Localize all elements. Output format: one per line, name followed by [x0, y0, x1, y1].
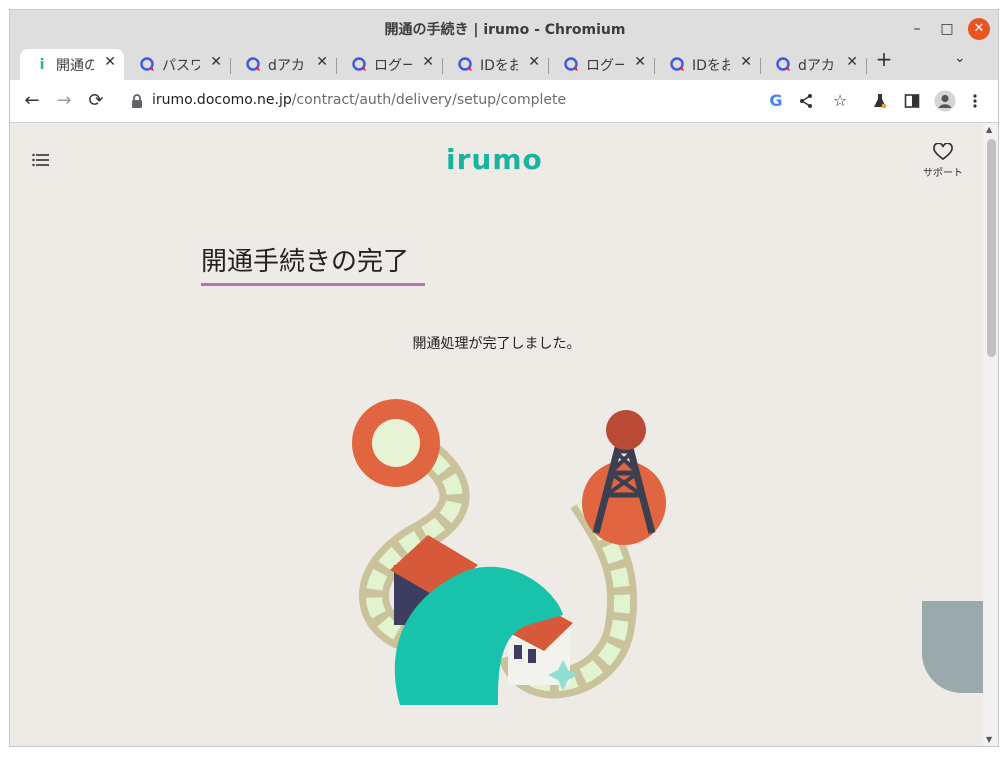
reload-button[interactable]: ⟳: [84, 89, 108, 113]
tab-strip: i 開通の ✕ パスワ ✕ dアカ ✕ ログー ✕ IDをお ✕: [10, 46, 998, 80]
lock-icon: [132, 94, 142, 108]
tab-close-icon[interactable]: ✕: [634, 54, 646, 70]
decorative-panel: [922, 601, 983, 693]
tab-separator: [442, 58, 443, 74]
scrollbar-thumb[interactable]: [987, 139, 996, 357]
tab-close-icon[interactable]: ✕: [316, 54, 328, 70]
scroll-up-arrow-icon[interactable]: ▲: [986, 125, 992, 134]
bookmark-star-icon[interactable]: ☆: [830, 91, 850, 111]
back-button[interactable]: ←: [20, 89, 44, 113]
browser-window: 開通の手続き | irumo - Chromium – □ ✕ i 開通の ✕ …: [9, 9, 999, 747]
tab-separator: [336, 58, 337, 74]
tab-close-icon[interactable]: ✕: [846, 54, 858, 70]
tab-separator: [866, 58, 867, 74]
tab-d-account-2[interactable]: dアカ ✕: [762, 49, 866, 80]
tab-label: パスワ: [162, 58, 200, 74]
url-text[interactable]: irumo.docomo.ne.jp/contract/auth/deliver…: [152, 92, 566, 108]
heart-chat-icon: [933, 143, 953, 161]
profile-avatar-icon[interactable]: [934, 90, 956, 112]
tab-login[interactable]: ログー ✕: [338, 49, 442, 80]
minimize-button[interactable]: –: [906, 18, 928, 40]
address-bar[interactable]: irumo.docomo.ne.jp/contract/auth/deliver…: [118, 85, 858, 117]
page-scrollbar[interactable]: ▲ ▼: [983, 123, 998, 746]
tab-separator: [548, 58, 549, 74]
google-lens-icon[interactable]: G: [766, 91, 786, 111]
tab-close-icon[interactable]: ✕: [528, 54, 540, 70]
tab-separator: [654, 58, 655, 74]
docomo-favicon-icon: [140, 57, 154, 71]
hamburger-menu-icon[interactable]: [32, 153, 50, 167]
experiments-flask-icon[interactable]: [872, 93, 888, 109]
tab-label: dアカ: [268, 58, 305, 74]
docomo-favicon-icon: [564, 57, 578, 71]
browser-menu-icon[interactable]: [972, 93, 978, 109]
docomo-favicon-icon: [352, 57, 366, 71]
tab-label: 開通の: [56, 58, 94, 74]
tab-close-icon[interactable]: ✕: [740, 54, 752, 70]
tab-label: IDをお: [692, 58, 730, 74]
docomo-favicon-icon: [458, 57, 472, 71]
docomo-favicon-icon: [776, 57, 790, 71]
page-title: 開通手続きの完了: [201, 247, 410, 277]
tab-separator: [230, 58, 231, 74]
tab-label: IDをお: [480, 58, 518, 74]
tab-id-2[interactable]: IDをお ✕: [656, 49, 760, 80]
completion-message: 開通処理が完了しました。: [412, 336, 581, 352]
tab-d-account[interactable]: dアカ ✕: [232, 49, 336, 80]
close-button[interactable]: ✕: [968, 18, 990, 40]
tab-search-chevron-down-icon[interactable]: ⌄: [954, 50, 966, 66]
tab-login-2[interactable]: ログー ✕: [550, 49, 654, 80]
tab-label: ログー: [586, 58, 624, 74]
tab-close-icon[interactable]: ✕: [422, 54, 434, 70]
support-button[interactable]: サポート: [920, 143, 966, 179]
title-underline: [201, 283, 425, 286]
title-bar: 開通の手続き | irumo - Chromium – □ ✕: [10, 10, 998, 46]
page-viewport: irumo サポート 開通手続きの完了 開通処理が完了しました。: [10, 123, 983, 747]
tab-label: dアカ: [798, 58, 835, 74]
tab-id[interactable]: IDをお ✕: [444, 49, 548, 80]
support-label: サポート: [923, 168, 963, 179]
tab-close-icon[interactable]: ✕: [104, 54, 116, 70]
docomo-favicon-icon: [670, 57, 684, 71]
url-domain: irumo.docomo.ne.jp: [152, 92, 292, 108]
docomo-favicon-icon: [246, 57, 260, 71]
url-path: /contract/auth/delivery/setup/complete: [291, 92, 567, 108]
browser-toolbar: ← → ⟳ irumo.docomo.ne.jp/contract/auth/d…: [10, 80, 998, 123]
tab-irumo[interactable]: i 開通の ✕: [20, 49, 124, 80]
scroll-down-arrow-icon[interactable]: ▼: [986, 735, 992, 744]
irumo-logo[interactable]: irumo: [446, 143, 543, 176]
irumo-favicon-icon: i: [39, 57, 45, 73]
tab-label: ログー: [374, 58, 412, 74]
forward-button[interactable]: →: [52, 89, 76, 113]
maximize-button[interactable]: □: [936, 18, 958, 40]
side-panel-icon[interactable]: [904, 93, 920, 109]
content-card: [201, 746, 793, 747]
window-title: 開通の手続き | irumo - Chromium: [384, 22, 626, 38]
share-icon[interactable]: [798, 93, 814, 109]
activation-complete-illustration: [352, 399, 666, 705]
new-tab-button[interactable]: +: [874, 49, 894, 70]
tab-password[interactable]: パスワ ✕: [126, 49, 230, 80]
tab-close-icon[interactable]: ✕: [210, 54, 222, 70]
tab-separator: [760, 58, 761, 74]
